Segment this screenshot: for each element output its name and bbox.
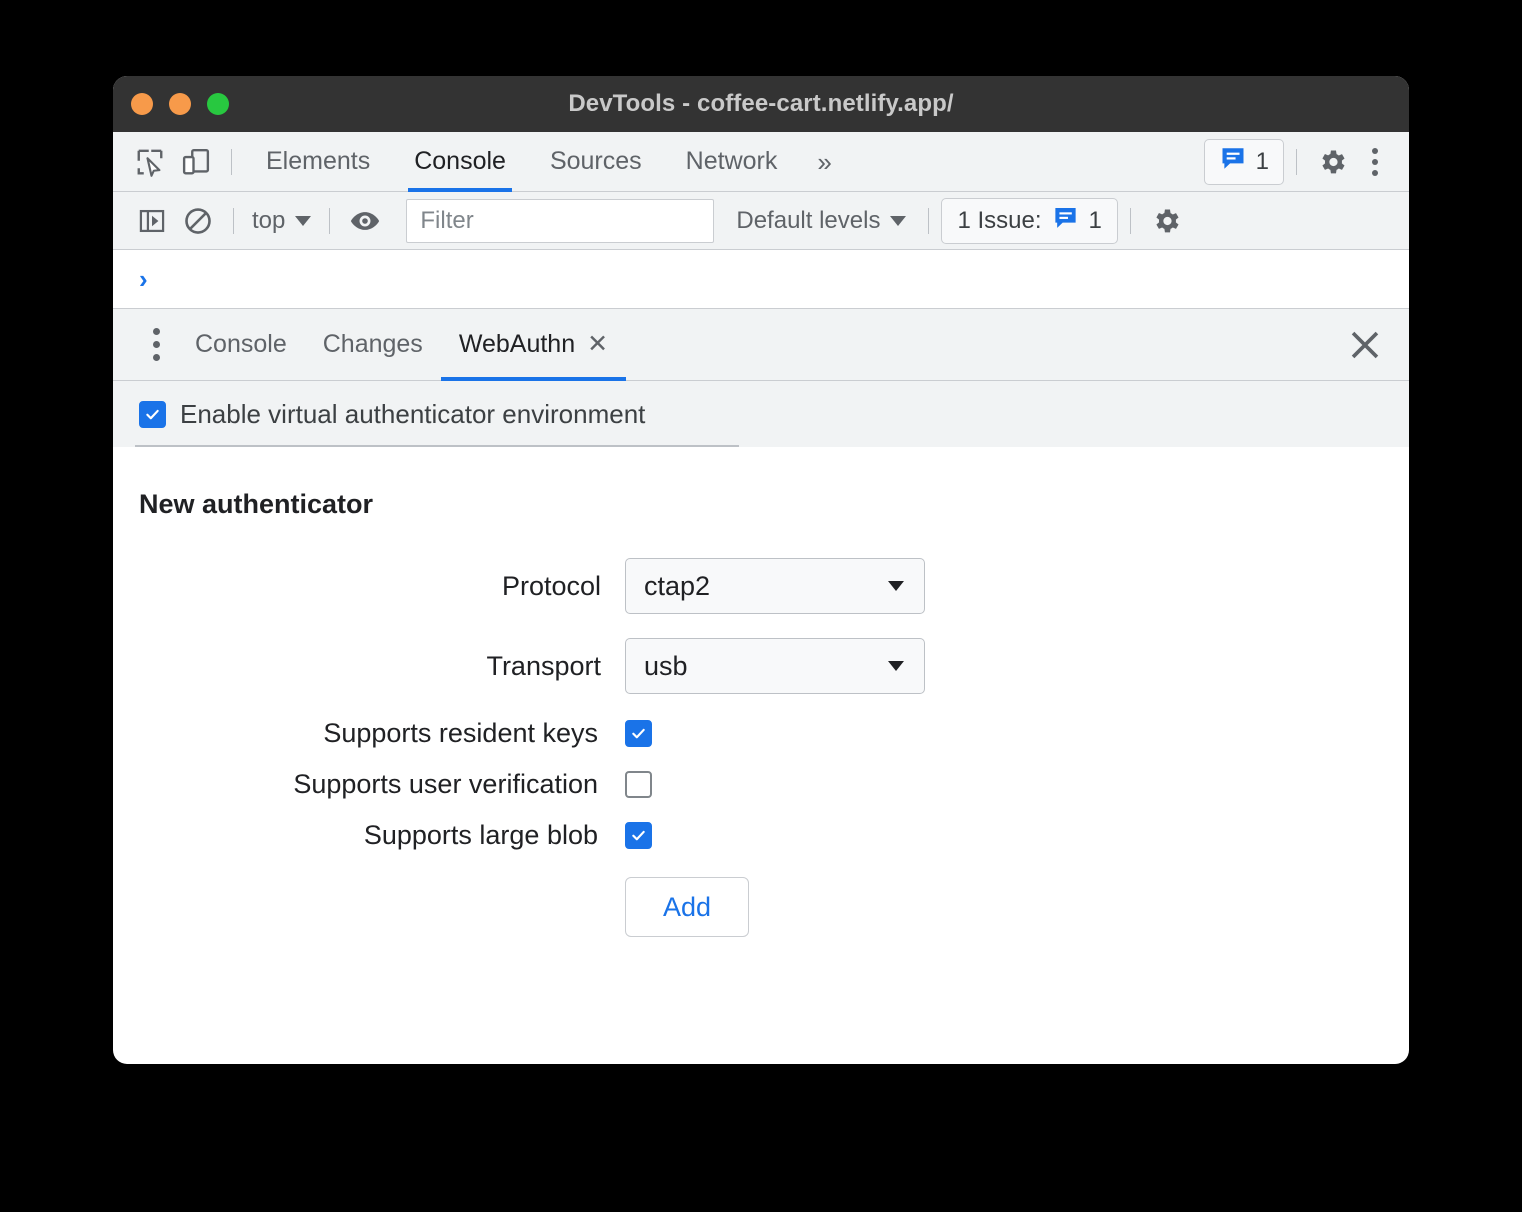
drawer-tabbar: Console Changes WebAuthn ✕ xyxy=(113,309,1409,381)
drawer-tab-console[interactable]: Console xyxy=(177,309,305,381)
chevron-down-icon-2 xyxy=(890,215,907,226)
new-authenticator-title: New authenticator xyxy=(139,489,374,519)
protocol-label: Protocol xyxy=(501,570,601,601)
console-sidebar-icon[interactable] xyxy=(129,198,175,244)
toolbar-divider xyxy=(231,148,232,175)
resident-keys-label: Supports resident keys xyxy=(323,718,598,748)
device-toolbar-icon[interactable] xyxy=(173,139,219,185)
drawer-tab-console-label: Console xyxy=(195,330,287,358)
toolbar-divider-2 xyxy=(1296,148,1297,175)
drawer-more-vertical-icon[interactable] xyxy=(135,320,177,370)
execution-context-selector[interactable]: top xyxy=(246,207,317,235)
minimize-window-button[interactable] xyxy=(169,93,191,115)
more-tabs-icon[interactable]: » xyxy=(799,149,849,175)
execution-context-label: top xyxy=(252,206,286,234)
chevron-down-icon-transport xyxy=(888,661,904,671)
console-divider-2 xyxy=(329,207,331,234)
screenshot-root: DevTools - coffee-cart.netlify.app/ Elem… xyxy=(0,0,1522,1212)
drawer-tab-changes-label: Changes xyxy=(322,330,423,358)
window-titlebar: DevTools - coffee-cart.netlify.app/ xyxy=(113,76,1409,132)
clear-console-icon[interactable] xyxy=(175,198,221,244)
large-blob-row: Supports large blob xyxy=(113,820,1409,851)
tab-console-label: Console xyxy=(414,147,506,175)
transport-select-value: usb xyxy=(644,650,688,681)
window-title: DevTools - coffee-cart.netlify.app/ xyxy=(568,90,954,117)
issue-message-icon-2 xyxy=(1052,204,1079,238)
close-webauthn-tab-icon[interactable]: ✕ xyxy=(587,332,608,357)
user-verification-checkbox[interactable] xyxy=(625,771,652,798)
drawer-tab-webauthn-label: WebAuthn xyxy=(458,330,576,358)
tab-sources-label: Sources xyxy=(549,147,642,175)
issue-message-icon xyxy=(1219,144,1247,179)
prompt-chevron-icon: › xyxy=(139,264,148,294)
user-verification-label: Supports user verification xyxy=(293,769,598,799)
tab-network[interactable]: Network xyxy=(664,132,800,192)
webauthn-panel-body: New authenticator Protocol ctap2 Transpo… xyxy=(113,447,1409,1048)
tab-sources[interactable]: Sources xyxy=(528,132,664,192)
transport-label: Transport xyxy=(486,650,601,681)
large-blob-label: Supports large blob xyxy=(363,820,598,850)
tab-console[interactable]: Console xyxy=(392,132,528,192)
transport-select[interactable]: usb xyxy=(625,638,925,694)
large-blob-checkbox[interactable] xyxy=(625,822,652,849)
console-divider-4 xyxy=(1129,207,1131,234)
protocol-row: Protocol ctap2 xyxy=(113,558,1409,614)
add-authenticator-button[interactable]: Add xyxy=(625,877,749,937)
inspect-element-icon[interactable] xyxy=(127,139,173,185)
protocol-select-value: ctap2 xyxy=(644,570,711,601)
log-levels-label: Default levels xyxy=(736,206,881,234)
tab-network-label: Network xyxy=(685,147,778,175)
issues-count-label: 1 xyxy=(1255,147,1269,175)
chevron-down-icon-protocol xyxy=(888,581,904,591)
tab-elements[interactable]: Elements xyxy=(244,132,392,192)
checkmark-icon xyxy=(146,409,159,419)
console-prompt-row[interactable]: › xyxy=(113,250,1409,309)
gear-icon[interactable] xyxy=(1309,139,1355,185)
window-controls xyxy=(131,76,229,132)
close-window-button[interactable] xyxy=(131,93,153,115)
console-divider-1 xyxy=(233,207,234,234)
enable-virtual-authenticator-label: Enable virtual authenticator environment xyxy=(180,398,646,429)
close-drawer-icon[interactable] xyxy=(1339,319,1391,371)
devtools-main-tabbar: Elements Console Sources Network » 1 xyxy=(113,132,1409,192)
drawer-tab-changes[interactable]: Changes xyxy=(305,309,441,381)
tab-elements-label: Elements xyxy=(266,147,371,175)
console-toolbar: top Filter Default levels 1 Issue: 1 xyxy=(113,192,1409,250)
add-button-row: Add xyxy=(113,877,1409,937)
filter-input[interactable]: Filter xyxy=(406,198,715,243)
console-settings-gear-icon[interactable] xyxy=(1143,198,1189,244)
protocol-select[interactable]: ctap2 xyxy=(625,558,925,614)
resident-keys-checkbox[interactable] xyxy=(625,720,652,747)
issues-bar-button[interactable]: 1 Issue: 1 xyxy=(941,197,1118,244)
devtools-window: DevTools - coffee-cart.netlify.app/ Elem… xyxy=(113,76,1409,1064)
maximize-window-button[interactable] xyxy=(207,93,229,115)
issue-chip-count: 1 xyxy=(1088,206,1102,234)
transport-row: Transport usb xyxy=(113,638,1409,694)
chevron-down-icon xyxy=(295,215,312,226)
console-divider-3 xyxy=(928,207,930,234)
add-button-label: Add xyxy=(662,891,712,922)
live-expression-eye-icon[interactable] xyxy=(342,198,388,244)
checkmark-icon-resident xyxy=(632,728,645,739)
drawer-tab-webauthn[interactable]: WebAuthn ✕ xyxy=(440,309,627,381)
resident-keys-row: Supports resident keys xyxy=(113,718,1409,749)
enable-virtual-authenticator-row[interactable]: Enable virtual authenticator environment xyxy=(113,381,1409,447)
log-levels-selector[interactable]: Default levels xyxy=(736,206,907,235)
issue-chip-label: 1 Issue: xyxy=(957,206,1042,234)
checkmark-icon-blob xyxy=(632,830,645,841)
filter-placeholder: Filter xyxy=(420,206,474,234)
issues-counter-button[interactable]: 1 xyxy=(1203,138,1284,185)
enable-virtual-authenticator-checkbox[interactable] xyxy=(139,400,166,428)
user-verification-row: Supports user verification xyxy=(113,769,1409,800)
more-vertical-icon[interactable] xyxy=(1355,140,1395,184)
